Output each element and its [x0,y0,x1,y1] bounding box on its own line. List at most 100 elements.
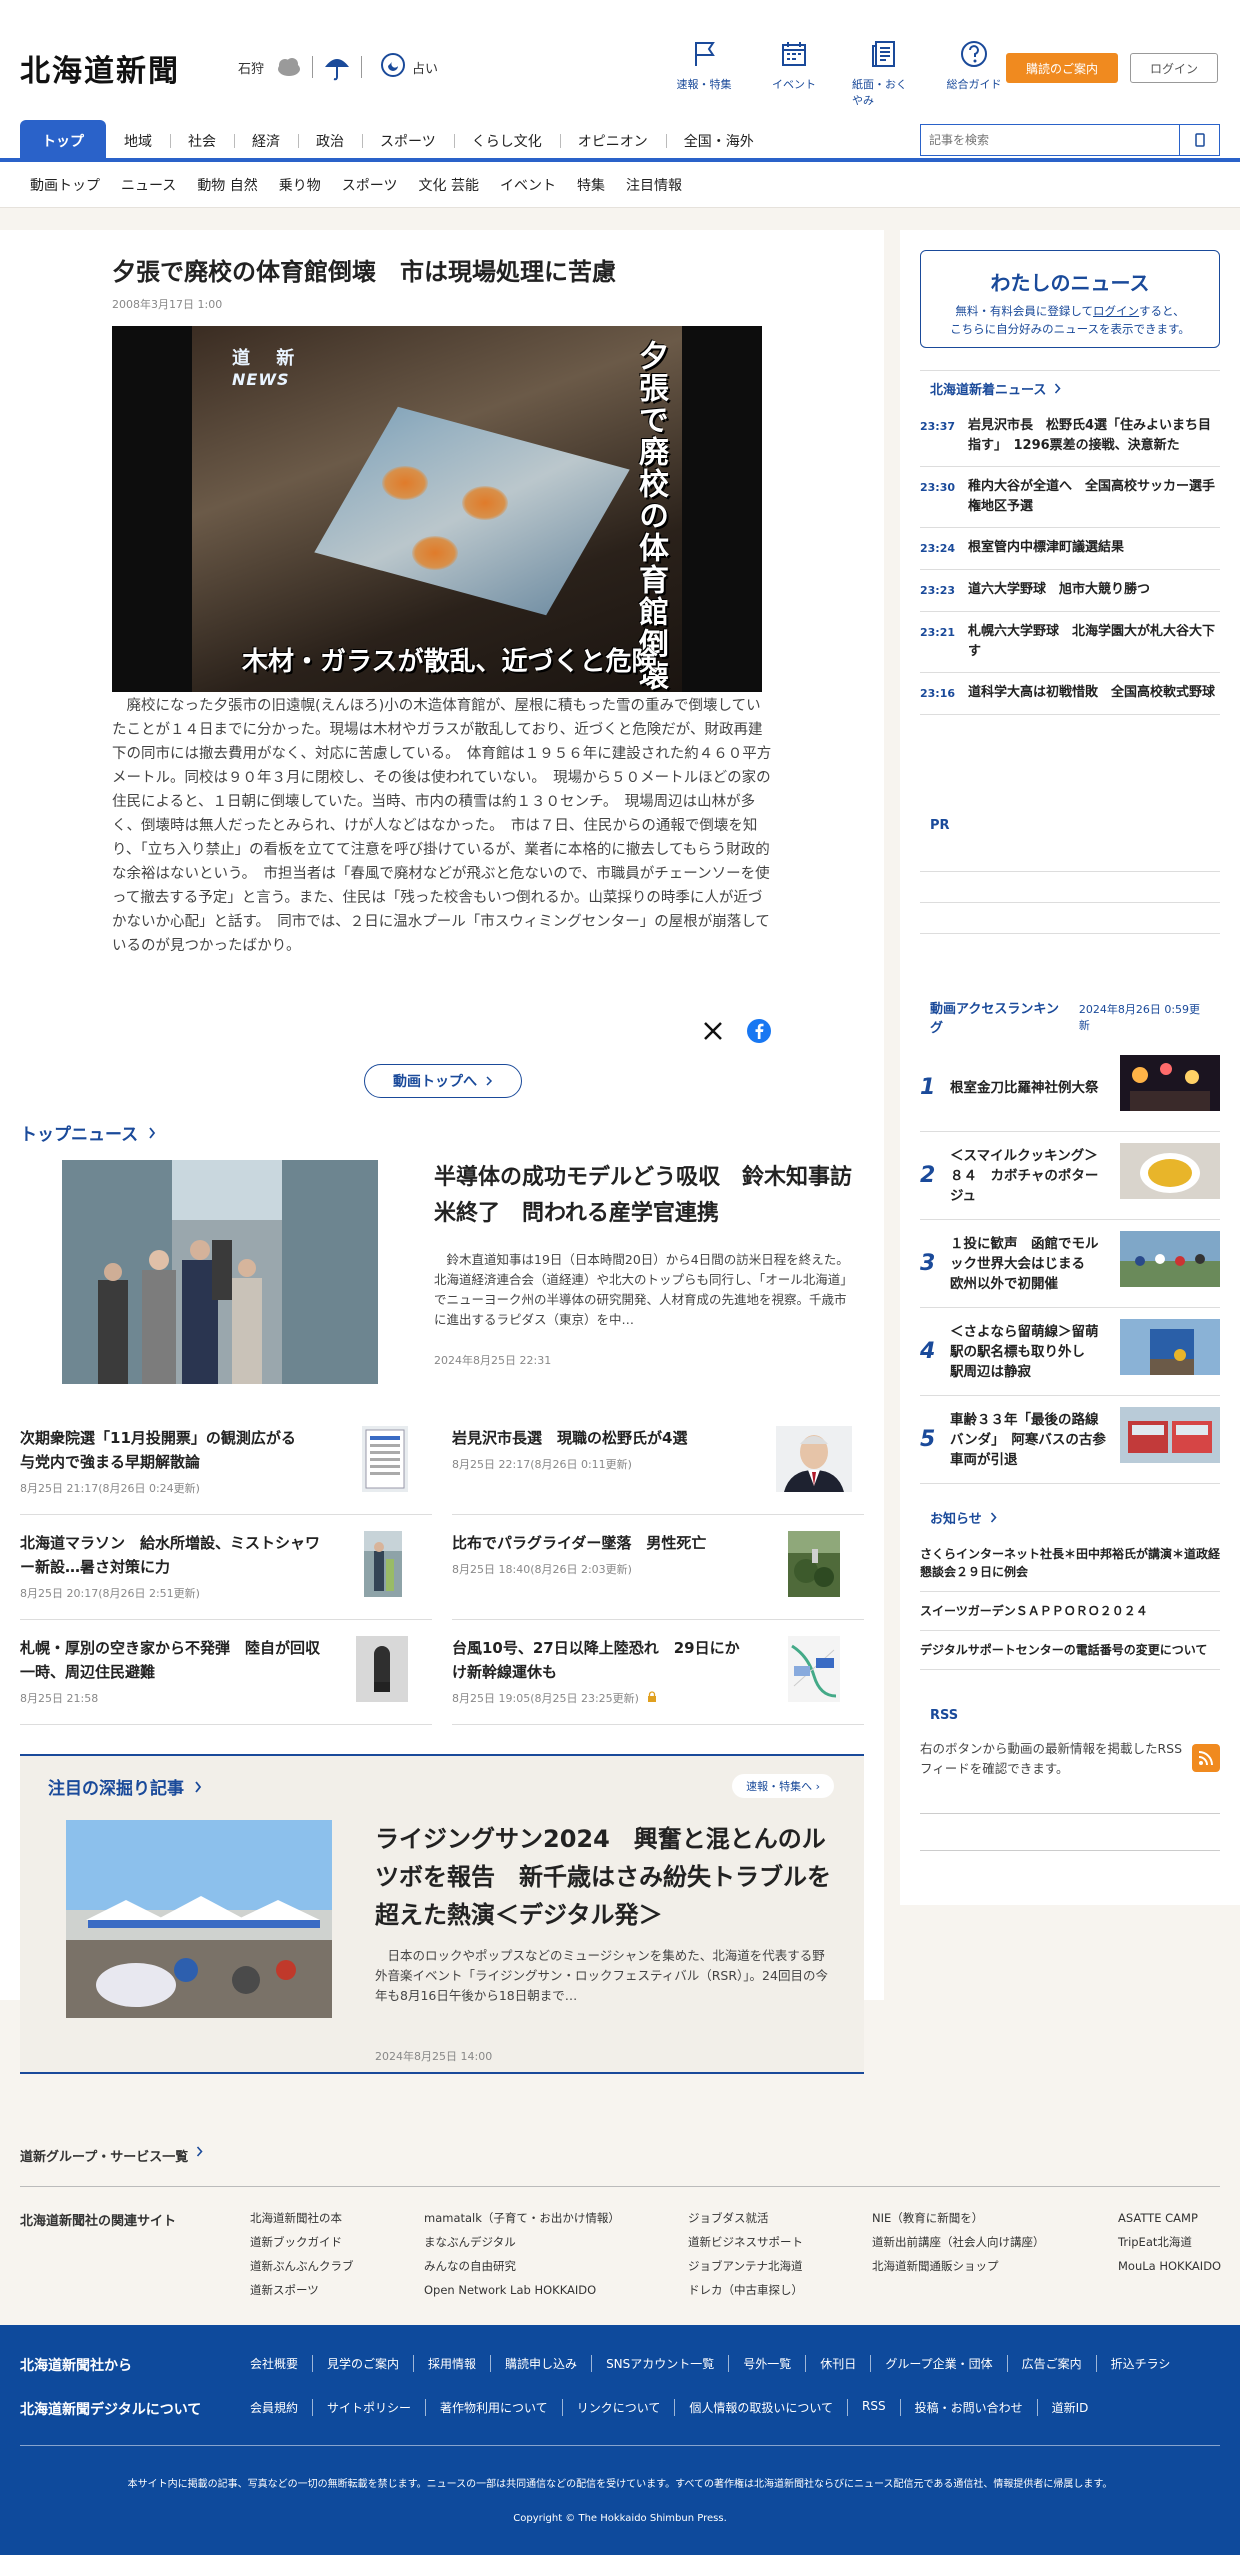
search-button[interactable] [1179,125,1219,155]
footer-link[interactable]: 折込チラシ [1095,2355,1185,2372]
x-share-icon[interactable] [700,1018,726,1044]
tab-politics[interactable]: 政治 [298,120,362,162]
top-news-main-title[interactable]: 半導体の成功モデルどう吸収 鈴木知事訪米終了 問われる産学官連携 [434,1160,854,1232]
tab-top[interactable]: トップ [20,120,106,162]
latest-news-item[interactable]: 23:30 稚内大谷が全道へ 全国高校サッカー選手権地区予選 [920,467,1220,528]
article-video-thumbnail[interactable]: 道 新 NEWS 夕張で廃校の体育館倒壊 木材・ガラスが散乱、近づくと危険 [112,326,762,692]
related-site-link[interactable]: MouLa HOKKAIDO [1118,2254,1221,2278]
subnav-news[interactable]: ニュース [121,175,176,195]
related-site-link[interactable]: 道新ブックガイド [250,2230,354,2254]
subnav-culture[interactable]: 文化 芸能 [419,175,479,195]
deep-dive-heading[interactable]: 注目の深掘り記事 [48,1774,202,1799]
ranking-item[interactable]: 3 １投に歓声 函館でモルック世界大会はじまる 欧州以外で初開催 [920,1220,1220,1308]
subnav-highlights[interactable]: 注目情報 [626,175,682,195]
related-site-link[interactable]: まなぶんデジタル [424,2230,620,2254]
ranking-item[interactable]: 1 根室金刀比羅神社例大祭 [920,1044,1220,1132]
related-site-link[interactable]: 道新出前講座（社会人向け講座） [872,2230,1045,2254]
related-site-link[interactable]: みんなの自由研究 [424,2254,620,2278]
site-logo[interactable]: 北海道新聞 [20,46,180,90]
login-button[interactable]: ログイン [1130,53,1218,83]
latest-news-item[interactable]: 23:16 道科学大高は初戦惜敗 全国高校軟式野球 [920,673,1220,715]
subnav-sports[interactable]: スポーツ [342,175,398,195]
deep-dive-photo[interactable] [66,1820,332,2018]
ranking-item[interactable]: 4 ＜さよなら留萌線＞留萌駅の駅名標も取り外し 駅周辺は静寂 [920,1308,1220,1396]
news-item[interactable]: 台風10号、27日以降上陸恐れ 29日にかけ新幹線運休も 8月25日 19:05… [452,1620,864,1725]
news-item[interactable]: 北海道マラソン 給水所増設、ミストシャワー新設…暑さ対策に力 8月25日 20:… [20,1515,432,1620]
header-nav-guide[interactable]: 総合ガイド [942,38,1006,108]
subscribe-button[interactable]: 購読のご案内 [1006,53,1118,83]
footer-link[interactable]: 会員規約 [250,2399,312,2416]
top-news-heading[interactable]: トップニュース [20,1120,156,1145]
tab-region[interactable]: 地域 [106,120,170,162]
news-item[interactable]: 岩見沢市長選 現職の松野氏が4選 8月25日 22:17(8月26日 0:11更… [452,1410,864,1515]
fortune-link[interactable]: 占い [380,52,438,82]
footer-link[interactable]: 休刊日 [805,2355,870,2372]
footer-link[interactable]: 号外一覧 [728,2355,805,2372]
footer-link[interactable]: 投稿・お問い合わせ [899,2399,1037,2416]
tab-opinion[interactable]: オピニオン [559,120,666,162]
subnav-events[interactable]: イベント [500,175,556,195]
tab-culture[interactable]: くらし文化 [453,120,560,162]
footer-link[interactable]: 会社概要 [250,2355,312,2372]
group-services-heading[interactable]: 道新グループ・サービス一覧 [20,2146,203,2165]
footer-link[interactable]: SNSアカウント一覧 [591,2355,728,2372]
related-site-link[interactable]: 北海道新聞通販ショップ [872,2254,1045,2278]
latest-news-heading[interactable]: 北海道新着ニュース [920,370,1220,406]
notice-item[interactable]: デジタルサポートセンターの電話番号の変更について [920,1631,1220,1670]
tab-society[interactable]: 社会 [170,120,234,162]
video-top-button[interactable]: 動画トップへ [364,1064,522,1098]
footer-link[interactable]: リンクについて [561,2399,675,2416]
footer-link[interactable]: サイトポリシー [312,2399,425,2416]
weather-widget[interactable]: 石狩 占い [238,52,438,82]
deep-dive-title[interactable]: ライジングサン2024 興奮と混とんのルツボを報告 新千歳はさみ紛失トラブルを超… [375,1820,845,1934]
news-item[interactable]: 比布でパラグライダー墜落 男性死亡 8月25日 18:40(8月26日 2:03… [452,1515,864,1620]
header-nav-breaking[interactable]: 速報・特集 [672,38,736,108]
notices-heading[interactable]: お知らせ [920,1500,1220,1535]
related-site-link[interactable]: ドレカ（中古車探し） [688,2278,803,2302]
facebook-share-icon[interactable] [746,1018,772,1044]
header-nav-events[interactable]: イベント [762,38,826,108]
search-input[interactable] [921,125,1179,155]
related-site-link[interactable]: Open Network Lab HOKKAIDO [424,2278,620,2302]
notice-item[interactable]: さくらインターネット社長＊田中邦裕氏が講演＊道政経懇談会２９日に例会 [920,1535,1220,1592]
my-news-login-link[interactable]: ログイン [1093,304,1139,318]
tab-economy[interactable]: 経済 [234,120,298,162]
subnav-video-top[interactable]: 動画トップ [30,175,100,195]
footer-link[interactable]: 個人情報の取扱いについて [674,2399,847,2416]
footer-link[interactable]: 購読申し込み [490,2355,591,2372]
related-site-link[interactable]: 道新スポーツ [250,2278,354,2302]
ranking-item[interactable]: 5 車齢３３年「最後の路線バンダ」 阿寒バスの古参車両が引退 [920,1396,1220,1484]
footer-link[interactable]: 見学のご案内 [312,2355,413,2372]
related-site-link[interactable]: TripEat北海道 [1118,2230,1221,2254]
footer-link[interactable]: RSS [847,2399,900,2416]
latest-news-item[interactable]: 23:37 岩見沢市長 松野氏4選「住みよいまち目指す」 1296票差の接戦、決意… [920,406,1220,467]
news-item[interactable]: 札幌・厚別の空き家から不発弾 陸自が回収 一時、周辺住民避難 8月25日 21:… [20,1620,432,1725]
subnav-features[interactable]: 特集 [577,175,605,195]
footer-link[interactable]: 採用情報 [413,2355,490,2372]
latest-news-item[interactable]: 23:21 札幌六大学野球 北海学園大が札大谷大下す [920,612,1220,673]
subnav-vehicles[interactable]: 乗り物 [279,175,321,195]
related-site-link[interactable]: mamatalk（子育て・お出かけ情報） [424,2206,620,2230]
related-site-link[interactable]: 道新ビジネスサポート [688,2230,803,2254]
latest-news-item[interactable]: 23:24 根室管内中標津町議選結果 [920,528,1220,570]
rss-icon[interactable] [1192,1744,1220,1772]
deep-dive-more-link[interactable]: 速報・特集へ › [732,1774,834,1798]
tab-national[interactable]: 全国・海外 [665,120,772,162]
header-nav-paper[interactable]: 紙面・おくやみ [852,38,916,108]
related-site-link[interactable]: ジョブアンテナ北海道 [688,2254,803,2278]
related-site-link[interactable]: 北海道新聞社の本 [250,2206,354,2230]
related-site-link[interactable]: ASATTE CAMP [1118,2206,1221,2230]
related-site-link[interactable]: 道新ぶんぶんクラブ [250,2254,354,2278]
related-site-link[interactable]: ジョブダス就活 [688,2206,803,2230]
footer-link[interactable]: 広告ご案内 [1006,2355,1096,2372]
news-item[interactable]: 次期衆院選「11月投開票」の観測広がる 与党内で強まる早期解散論 8月25日 2… [20,1410,432,1515]
related-site-link[interactable]: NIE（教育に新聞を） [872,2206,1045,2230]
notice-item[interactable]: スイーツガーデンＳＡＰＰＯＲＯ２０２４ [920,1592,1220,1631]
subnav-animals[interactable]: 動物 自然 [197,175,257,195]
ranking-item[interactable]: 2 ＜スマイルクッキング＞８４ カボチャのポタージュ [920,1132,1220,1220]
latest-news-item[interactable]: 23:23 道六大学野球 旭市大競り勝つ [920,570,1220,612]
footer-link[interactable]: 道新ID [1036,2399,1103,2416]
tab-sports[interactable]: スポーツ [362,120,454,162]
footer-link[interactable]: 著作物利用について [425,2399,562,2416]
footer-link[interactable]: グループ企業・団体 [870,2355,1006,2372]
